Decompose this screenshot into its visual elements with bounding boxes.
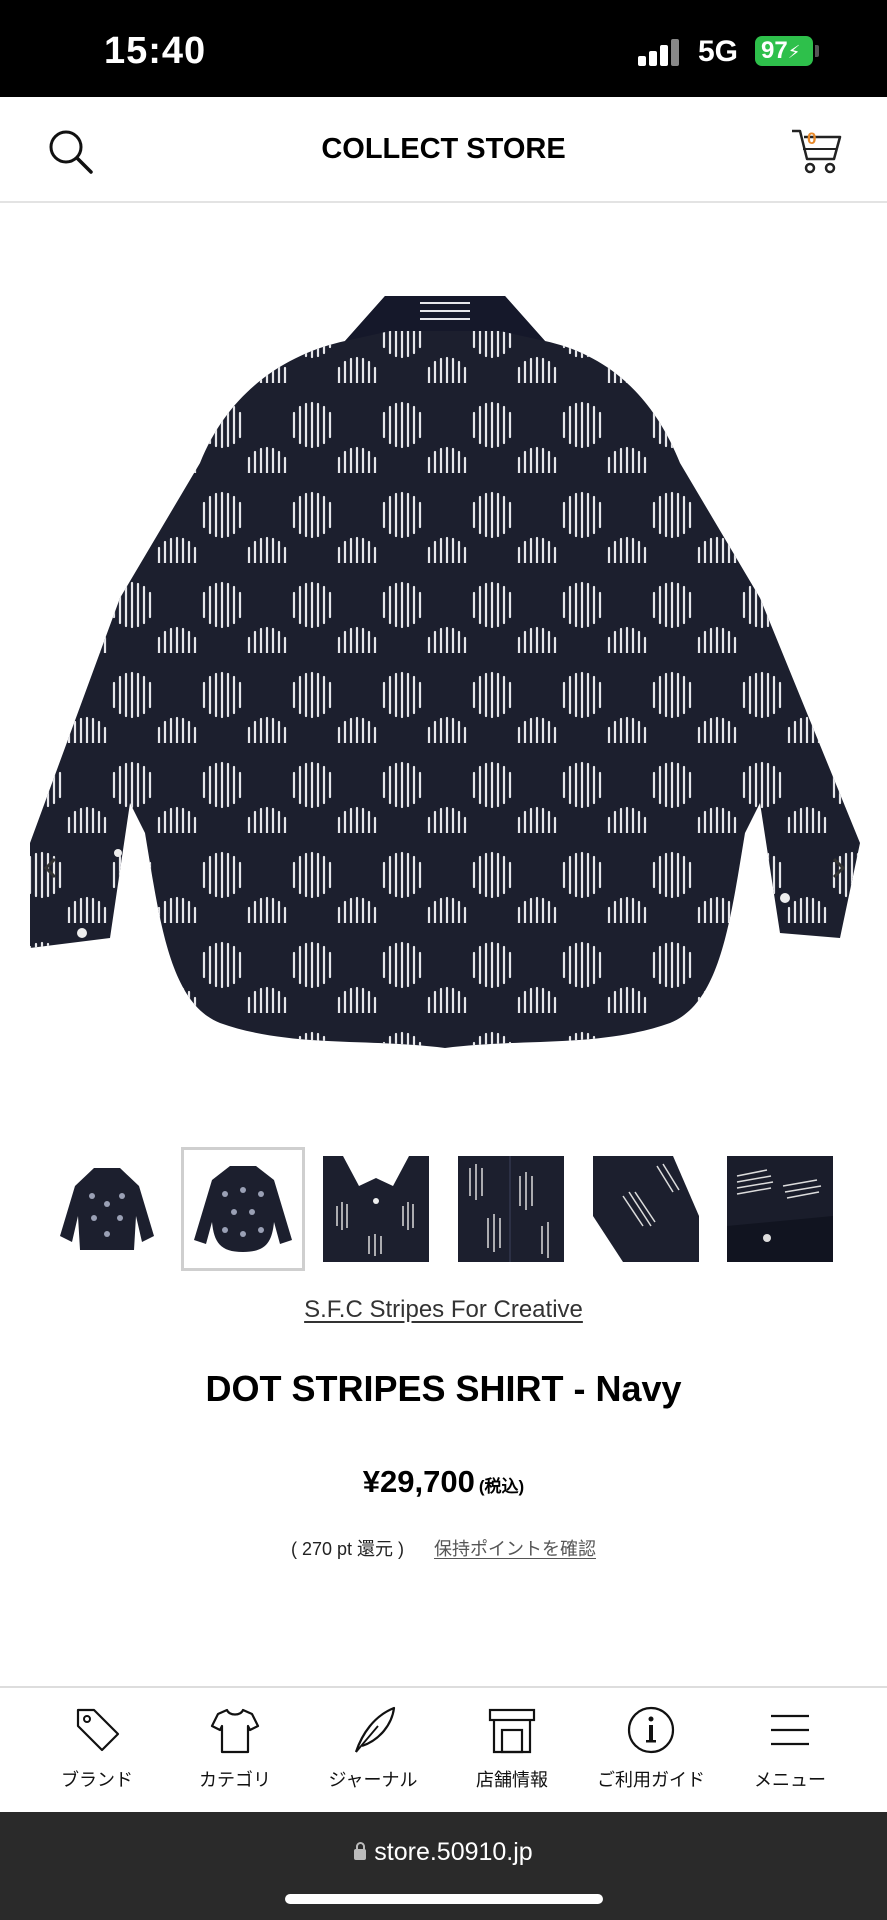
url-text: store.50910.jp <box>374 1838 533 1866</box>
thumbnail-collar-detail[interactable] <box>323 1156 429 1262</box>
status-bar: 15:40 5G 97⚡ <box>0 0 887 97</box>
home-indicator[interactable] <box>285 1894 603 1904</box>
lock-icon <box>354 1842 367 1860</box>
cart-icon[interactable] <box>790 125 844 175</box>
shirt-back-image <box>30 296 860 1048</box>
nav-item-guide[interactable]: ご利用ガイド <box>581 1688 721 1814</box>
next-image-chevron-icon[interactable] <box>823 853 853 883</box>
tag-icon <box>76 1708 120 1752</box>
product-main-image[interactable] <box>0 203 887 1103</box>
network-type: 5G <box>698 35 739 68</box>
price-row: ¥29,700 (税込) <box>0 1464 887 1500</box>
tshirt-icon <box>210 1708 260 1754</box>
points-earned: ( 270 pt 還元 ) <box>290 1539 405 1559</box>
battery-cap <box>815 45 819 57</box>
url-display[interactable]: store.50910.jp <box>0 1838 887 1867</box>
site-header: COLLECT STORE 0 <box>0 97 887 203</box>
status-time: 15:40 <box>104 30 207 72</box>
nav-item-journal[interactable]: ジャーナル <box>303 1688 443 1814</box>
menu-icon <box>771 1714 809 1746</box>
store-logo[interactable]: COLLECT STORE <box>0 133 887 166</box>
thumbnail-strip <box>0 1147 887 1271</box>
nav-item-menu[interactable]: メニュー <box>720 1688 860 1814</box>
previous-image-chevron-icon[interactable] <box>36 853 66 883</box>
nav-label: 店舗情報 <box>476 1770 548 1790</box>
nav-item-category[interactable]: カテゴリ <box>165 1688 305 1814</box>
nav-label: ジャーナル <box>328 1770 418 1790</box>
thumbnail-cuff-detail[interactable] <box>727 1156 833 1262</box>
store-icon <box>488 1708 536 1754</box>
nav-label: ブランド <box>61 1770 133 1790</box>
check-points-link[interactable]: 保持ポイントを確認 <box>434 1539 596 1559</box>
battery-level: 97 <box>761 37 788 64</box>
tax-note: (税込) <box>478 1477 525 1496</box>
nav-label: カテゴリ <box>199 1770 271 1790</box>
thumbnail-pattern-detail[interactable] <box>458 1156 564 1262</box>
product-price: ¥29,700 <box>362 1464 475 1499</box>
quill-icon <box>354 1706 396 1753</box>
product-title: DOT STRIPES SHIRT - Navy <box>205 1368 682 1409</box>
cart-count-badge: 0 <box>807 129 817 148</box>
bottom-navigation: ブランド カテゴリ ジャーナル 店舗情報 ご利用ガイド メニュー <box>0 1686 887 1814</box>
battery-indicator: 97⚡ <box>755 36 813 66</box>
nav-label: メニュー <box>754 1770 826 1790</box>
nav-label: ご利用ガイド <box>597 1770 705 1790</box>
info-icon <box>627 1706 675 1754</box>
points-row: ( 270 pt 還元 ) 保持ポイントを確認 <box>0 1535 887 1561</box>
thumbnail-sleeve-detail[interactable] <box>593 1156 699 1262</box>
nav-item-store-info[interactable]: 店舗情報 <box>442 1688 582 1814</box>
browser-url-bar[interactable]: store.50910.jp <box>0 1812 887 1920</box>
nav-item-brand[interactable]: ブランド <box>27 1688 167 1814</box>
brand-link[interactable]: S.F.C Stripes For Creative <box>0 1296 887 1324</box>
thumbnail-back[interactable] <box>181 1147 305 1271</box>
thumbnail-front[interactable] <box>54 1156 160 1262</box>
signal-strength-icon <box>638 38 682 66</box>
